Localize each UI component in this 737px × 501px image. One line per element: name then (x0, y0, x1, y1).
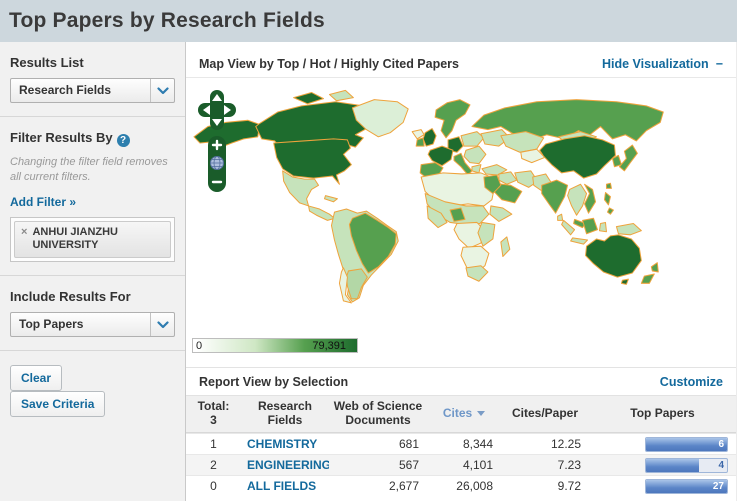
report-view-header: Report View by Selection Customize (186, 367, 736, 395)
report-table-body: 1 CHEMISTRY 681 8,344 12.25 6 2 ENGINEER… (186, 432, 736, 496)
world-choropleth-map[interactable] (186, 78, 736, 338)
field-cell: ENGINEERING (241, 453, 331, 475)
collapse-icon: − (715, 57, 723, 71)
top-papers-bar: 27 (645, 478, 728, 494)
cites-cell: 4,101 (427, 453, 501, 475)
top-papers-bar: 4 (645, 457, 728, 473)
column-header-top-papers[interactable]: Top Papers (589, 396, 736, 432)
field-cell: CHEMISTRY (241, 432, 329, 454)
field-link-all-fields[interactable]: ALL FIELDS (247, 479, 316, 493)
column-header-cites-per-paper[interactable]: Cites/Paper (501, 396, 589, 432)
top-papers-cell: 6 (589, 432, 736, 454)
save-criteria-button[interactable]: Save Criteria (10, 391, 106, 418)
cites-cell: 8,344 (427, 432, 501, 454)
map-pan-control[interactable] (198, 90, 236, 130)
report-view-title: Report View by Selection (199, 374, 349, 389)
map-zoom-control[interactable] (208, 136, 226, 192)
map-view-area (186, 78, 736, 338)
field-cell: ALL FIELDS (241, 474, 329, 496)
include-results-label: Include Results For (10, 289, 131, 305)
customize-link[interactable]: Customize (660, 375, 723, 389)
filter-results-section: Filter Results By? Changing the filter f… (0, 117, 185, 277)
legend-min-value: 0 (196, 340, 203, 352)
chevron-down-icon (150, 79, 174, 102)
cites-per-paper-cell: 9.72 (501, 474, 589, 496)
include-results-select[interactable]: Top Papers (10, 312, 175, 338)
sidebar-actions: Clear Save Criteria (0, 351, 185, 431)
page-title: Top Papers by Research Fields (9, 9, 325, 32)
page-header: Top Papers by Research Fields (0, 0, 737, 42)
filters-sidebar: Results List Research Fields Filter Resu… (0, 42, 186, 501)
add-filter-link[interactable]: Add Filter » (10, 195, 76, 209)
field-link-chemistry[interactable]: CHEMISTRY (247, 437, 317, 451)
sort-descending-icon (477, 411, 486, 417)
wos-documents-cell: 567 (329, 453, 427, 475)
hide-visualization-link[interactable]: Hide Visualization − (602, 57, 723, 71)
cites-per-paper-cell: 7.23 (501, 453, 589, 475)
filter-note-text: Changing the filter field removes all cu… (10, 156, 168, 183)
include-results-section: Include Results For Top Papers (0, 276, 185, 352)
chevron-down-icon (150, 313, 174, 337)
rank-cell: 2 (186, 453, 241, 475)
map-legend-row: 0 79,391 (186, 338, 736, 360)
filter-chip-anhui-jianzhu-university[interactable]: × ANHUI JIANZHU UNIVERSITY (14, 220, 171, 259)
main-content: Map View by Top / Hot / Highly Cited Pap… (186, 42, 737, 501)
active-filters-box: × ANHUI JIANZHU UNIVERSITY (10, 216, 175, 263)
column-header-total: Total: 3 (197, 399, 230, 427)
top-papers-cell: 27 (589, 474, 736, 496)
legend-max-value: 79,391 (312, 340, 346, 352)
results-list-label: Results List (10, 55, 84, 70)
choropleth-legend: 0 79,391 (192, 338, 358, 353)
column-header-research-fields[interactable]: Research Fields (241, 396, 329, 432)
top-papers-cell: 4 (589, 453, 736, 475)
map-view-header: Map View by Top / Hot / Highly Cited Pap… (186, 51, 736, 78)
report-table-header: Total: 3 Research Fields Web of Science D… (186, 395, 736, 433)
filter-results-label: Filter Results By (10, 130, 113, 145)
top-papers-bar: 6 (645, 436, 728, 452)
remove-filter-icon[interactable]: × (21, 226, 27, 254)
wos-documents-cell: 2,677 (329, 474, 427, 496)
rank-cell: 1 (186, 432, 241, 454)
rank-cell: 0 (186, 474, 241, 496)
filter-chip-label: ANHUI JIANZHU UNIVERSITY (32, 225, 118, 252)
clear-button[interactable]: Clear (10, 365, 63, 392)
field-link-engineering[interactable]: ENGINEERING (247, 458, 331, 472)
choropleth-countries[interactable] (193, 89, 664, 304)
top-papers-value: 27 (712, 480, 724, 492)
column-header-cites-sorted[interactable]: Cites (427, 396, 501, 432)
cites-per-paper-cell: 12.25 (501, 432, 589, 454)
column-header-wos-documents[interactable]: Web of Science Documents (329, 396, 427, 432)
top-papers-value: 4 (718, 459, 724, 471)
results-list-section: Results List Research Fields (0, 42, 185, 117)
map-view-title: Map View by Top / Hot / Highly Cited Pap… (199, 57, 459, 71)
results-list-select[interactable]: Research Fields (10, 78, 175, 103)
top-papers-value: 6 (718, 438, 724, 450)
help-icon[interactable]: ? (116, 134, 130, 147)
wos-documents-cell: 681 (329, 432, 427, 454)
cites-cell: 26,008 (427, 474, 501, 496)
globe-reset-icon[interactable] (210, 156, 224, 170)
